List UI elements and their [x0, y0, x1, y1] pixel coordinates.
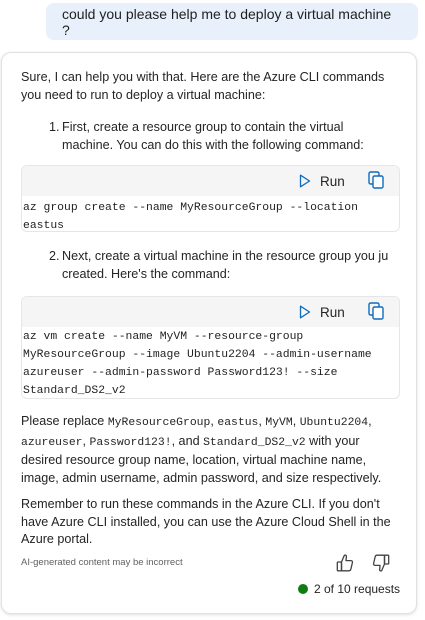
play-icon: [299, 305, 311, 319]
intro-line-1: Sure, I can help you with that. Here are…: [21, 70, 385, 84]
text: ,: [292, 414, 300, 428]
assistant-response-card: Sure, I can help you with that. Here are…: [1, 52, 417, 614]
response-intro: Sure, I can help you with that. Here are…: [21, 69, 401, 104]
step-1-line-1: First, create a resource group to contai…: [62, 120, 344, 134]
thumbs-down-icon[interactable]: [372, 553, 390, 573]
text: with your: [305, 433, 360, 448]
replace-paragraph: Please replace MyResourceGroup, eastus , …: [21, 413, 403, 487]
user-message-bubble: could you please help me to deploy a vir…: [46, 3, 418, 40]
run-button-2-label: Run: [320, 304, 345, 320]
remember-line-3: Azure portal.: [21, 532, 93, 546]
status-dot: [298, 584, 308, 594]
remember-line-2: have Azure CLI installed, you can use th…: [21, 514, 391, 529]
remember-paragraph: Remember to run these commands in the Az…: [21, 496, 403, 549]
copy-icon[interactable]: [368, 302, 384, 320]
text: ,: [368, 414, 372, 428]
code-line: Standard_DS2_v2: [23, 385, 126, 397]
code-block-1-text: az group create --name MyResourceGroup -…: [23, 199, 398, 235]
code-block-2-text: az vm create --name MyVM --resource-grou…: [23, 328, 398, 400]
thumbs-up-icon[interactable]: [336, 553, 354, 573]
user-message-text: could you please help me to deploy a vir…: [62, 5, 392, 38]
replace-line-4: image, admin username, admin password, a…: [21, 470, 382, 485]
inline-code: Standard_DS2_v2: [203, 436, 306, 449]
remember-line-1: Remember to run these commands in the Az…: [21, 497, 380, 511]
step-1-line-2: machine. You can do this with the follow…: [62, 137, 364, 152]
inline-code: azureuser: [21, 436, 83, 449]
step-2-number: 2.: [49, 249, 60, 263]
request-count-text: 2 of 10 requests: [314, 582, 401, 596]
text: , and: [171, 433, 204, 448]
step-1-number: 1.: [49, 120, 60, 134]
inline-code: MyVM: [265, 417, 293, 429]
inline-code: MyResourceGroup: [107, 417, 211, 429]
replace-line-1: Please replace MyResourceGroup, eastus, …: [21, 413, 403, 433]
code-line: az vm create --name MyVM --resource-grou…: [23, 331, 304, 343]
code-line: az group create --name MyResourceGroup -…: [23, 202, 358, 214]
code-block-1: Run az group create --name MyResourceGro…: [21, 165, 400, 232]
code-line: azureuser --admin-password Password123! …: [23, 367, 338, 379]
code-line: eastus: [23, 220, 65, 232]
play-icon: [299, 174, 311, 188]
text: Please replace: [21, 414, 108, 428]
run-button-1[interactable]: Run: [299, 171, 345, 191]
code-block-2: Run az vm create --name MyVM --resource-…: [21, 296, 400, 399]
inline-code: Ubuntu2204: [299, 417, 369, 429]
request-counter: 2 of 10 requests: [298, 582, 400, 596]
replace-line-3: desired resource group name, location, v…: [21, 453, 367, 467]
run-button-2[interactable]: Run: [299, 302, 345, 322]
intro-line-2: you need to run to deploy a virtual mach…: [21, 87, 266, 102]
run-button-1-label: Run: [320, 173, 345, 189]
copy-icon[interactable]: [368, 171, 384, 189]
ai-disclaimer: AI-generated content may be incorrect: [21, 557, 183, 568]
replace-line-2: azureuser, Password123!, and Standard_DS…: [21, 433, 403, 453]
step-2-line-1: Next, create a virtual machine in the re…: [62, 249, 389, 263]
inline-code: Password123!: [89, 436, 172, 449]
text: ,: [82, 433, 90, 448]
step-2-line-2: created. Here's the command:: [62, 266, 231, 281]
inline-code: eastus: [217, 417, 259, 429]
code-line: MyResourceGroup --image Ubuntu2204 --adm…: [23, 349, 372, 361]
